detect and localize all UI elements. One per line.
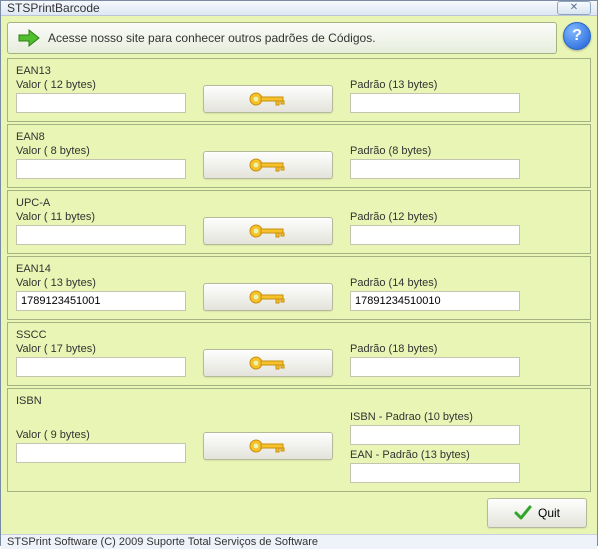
isbn-padrao-label: ISBN - Padrao (10 bytes) — [350, 411, 520, 423]
isbn-padrao-input[interactable] — [350, 425, 520, 445]
ean8-padrao-label: Padrão (8 bytes) — [350, 145, 520, 157]
ean8-valor-input[interactable] — [16, 159, 186, 179]
close-icon: ✕ — [570, 3, 578, 13]
upca-valor-label: Valor ( 11 bytes) — [16, 211, 186, 223]
quit-button[interactable]: Quit — [487, 498, 587, 528]
group-upca: UPC-A Valor ( 11 bytes) Padrão (12 bytes… — [7, 190, 591, 254]
bottom-bar: Quit — [7, 494, 591, 528]
group-isbn: ISBN Valor ( 9 bytes) ISBN - Padrao (10 … — [7, 388, 591, 492]
ean13-valor-input[interactable] — [16, 93, 186, 113]
sscc-valor-input[interactable] — [16, 357, 186, 377]
arrow-right-icon — [18, 29, 40, 47]
sscc-valor-label: Valor ( 17 bytes) — [16, 343, 186, 355]
ean8-valor-label: Valor ( 8 bytes) — [16, 145, 186, 157]
ean13-padrao-label: Padrão (13 bytes) — [350, 79, 520, 91]
group-ean14: EAN14 Valor ( 13 bytes) Padrão (14 bytes… — [7, 256, 591, 320]
group-ean8: EAN8 Valor ( 8 bytes) Padrão (8 bytes) — [7, 124, 591, 188]
close-button[interactable]: ✕ — [557, 1, 591, 15]
ean14-generate-button[interactable] — [203, 283, 333, 311]
isbn-generate-button[interactable] — [203, 432, 333, 460]
ean14-valor-label: Valor ( 13 bytes) — [16, 277, 186, 289]
group-title-upca: UPC-A — [16, 197, 582, 209]
ean13-generate-button[interactable] — [203, 85, 333, 113]
key-icon — [248, 354, 288, 372]
isbn-ean-padrao-label: EAN - Padrão (13 bytes) — [350, 449, 520, 461]
window-title: STSPrintBarcode — [7, 1, 557, 15]
upca-padrao-label: Padrão (12 bytes) — [350, 211, 520, 223]
ean14-padrao-input[interactable] — [350, 291, 520, 311]
question-icon: ? — [572, 27, 582, 45]
ean13-valor-label: Valor ( 12 bytes) — [16, 79, 186, 91]
group-title-isbn: ISBN — [16, 395, 582, 407]
sscc-padrao-input[interactable] — [350, 357, 520, 377]
titlebar: STSPrintBarcode ✕ — [1, 1, 597, 16]
top-row: Acesse nosso site para conhecer outros p… — [7, 22, 591, 54]
ean13-padrao-input[interactable] — [350, 93, 520, 113]
group-title-ean8: EAN8 — [16, 131, 582, 143]
group-title-sscc: SSCC — [16, 329, 582, 341]
sscc-padrao-label: Padrão (18 bytes) — [350, 343, 520, 355]
sscc-generate-button[interactable] — [203, 349, 333, 377]
key-icon — [248, 437, 288, 455]
quit-label: Quit — [538, 506, 560, 520]
ean14-padrao-label: Padrão (14 bytes) — [350, 277, 520, 289]
key-icon — [248, 222, 288, 240]
isbn-ean-padrao-input[interactable] — [350, 463, 520, 483]
isbn-valor-label: Valor ( 9 bytes) — [16, 429, 186, 441]
check-icon — [514, 505, 532, 521]
ean14-valor-input[interactable] — [16, 291, 186, 311]
isbn-valor-input[interactable] — [16, 443, 186, 463]
banner-text: Acesse nosso site para conhecer outros p… — [48, 31, 376, 45]
window: STSPrintBarcode ✕ Acesse nosso site para… — [0, 0, 598, 546]
client-area: Acesse nosso site para conhecer outros p… — [1, 16, 597, 534]
upca-valor-input[interactable] — [16, 225, 186, 245]
help-button[interactable]: ? — [563, 22, 591, 50]
key-icon — [248, 156, 288, 174]
group-ean13: EAN13 Valor ( 12 bytes) Padrão (13 bytes… — [7, 58, 591, 122]
group-sscc: SSCC Valor ( 17 bytes) Padrão (18 bytes) — [7, 322, 591, 386]
upca-generate-button[interactable] — [203, 217, 333, 245]
status-bar: STSPrint Software (C) 2009 Suporte Total… — [1, 534, 597, 549]
key-icon — [248, 288, 288, 306]
status-text: STSPrint Software (C) 2009 Suporte Total… — [7, 536, 318, 548]
ean8-padrao-input[interactable] — [350, 159, 520, 179]
group-title-ean13: EAN13 — [16, 65, 582, 77]
group-title-ean14: EAN14 — [16, 263, 582, 275]
site-banner[interactable]: Acesse nosso site para conhecer outros p… — [7, 22, 557, 54]
key-icon — [248, 90, 288, 108]
ean8-generate-button[interactable] — [203, 151, 333, 179]
upca-padrao-input[interactable] — [350, 225, 520, 245]
